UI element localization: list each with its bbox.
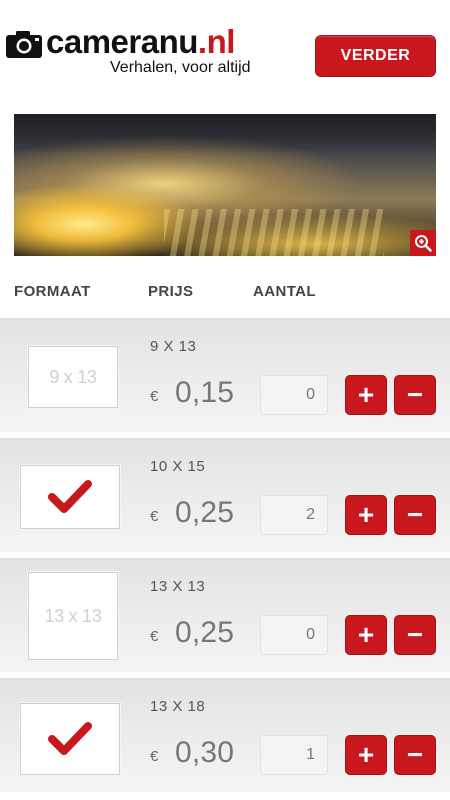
photo-cloud-layer xyxy=(14,114,436,154)
price-value: 0,30 xyxy=(175,736,235,769)
minus-icon: − xyxy=(406,379,424,410)
plus-icon: + xyxy=(357,379,375,410)
column-header-format: FORMAAT xyxy=(14,283,91,300)
size-label: 9 X 13 xyxy=(150,338,197,355)
increment-button[interactable]: + xyxy=(345,735,387,775)
size-label: 13 X 18 xyxy=(150,698,206,715)
column-header-quantity: AANTAL xyxy=(253,283,316,300)
decrement-button[interactable]: − xyxy=(394,615,436,655)
photo-preview[interactable] xyxy=(14,114,436,256)
column-header-price: PRIJS xyxy=(148,283,194,300)
decrement-button[interactable]: − xyxy=(394,735,436,775)
size-label: 10 X 15 xyxy=(150,458,206,475)
cameranu-logo[interactable]: cameranu.nl Verhalen, voor altijd xyxy=(6,22,256,82)
logo-wordmark: cameranu.nl xyxy=(46,22,235,62)
minus-icon: − xyxy=(406,619,424,650)
decrement-button[interactable]: − xyxy=(394,495,436,535)
product-row-9x13: 9 x 13 9 X 13 € 0,15 0 + − xyxy=(0,318,450,435)
logo-suffix: .nl xyxy=(197,23,236,60)
quantity-field[interactable]: 0 xyxy=(260,375,328,415)
currency-symbol: € xyxy=(150,508,159,525)
column-headers: FORMAAT PRIJS AANTAL xyxy=(0,283,450,307)
plus-icon: + xyxy=(357,499,375,530)
decrement-button[interactable]: − xyxy=(394,375,436,415)
format-thumbnail[interactable] xyxy=(20,703,120,775)
minus-icon: − xyxy=(406,739,424,770)
zoom-in-button[interactable] xyxy=(410,230,436,256)
minus-icon: − xyxy=(406,499,424,530)
quantity-field[interactable]: 0 xyxy=(260,615,328,655)
increment-button[interactable]: + xyxy=(345,375,387,415)
checkmark-icon xyxy=(48,480,92,513)
price-value: 0,25 xyxy=(175,616,235,649)
currency-symbol: € xyxy=(150,748,159,765)
increment-button[interactable]: + xyxy=(345,615,387,655)
format-thumbnail[interactable] xyxy=(20,465,120,529)
logo-tagline: Verhalen, voor altijd xyxy=(110,59,251,76)
format-thumbnail[interactable]: 9 x 13 xyxy=(28,346,118,408)
quantity-field[interactable]: 2 xyxy=(260,495,328,535)
product-row-10x15: 10 X 15 € 0,25 2 + − xyxy=(0,438,450,555)
thumbnail-label: 9 x 13 xyxy=(49,366,97,387)
plus-icon: + xyxy=(357,739,375,770)
size-label: 13 X 13 xyxy=(150,578,206,595)
product-row-13x18: 13 X 18 € 0,30 1 + − xyxy=(0,678,450,795)
currency-symbol: € xyxy=(150,628,159,645)
currency-symbol: € xyxy=(150,388,159,405)
logo-main: cameranu xyxy=(46,23,198,60)
thumbnail-label: 13 x 13 xyxy=(44,605,102,626)
header: cameranu.nl Verhalen, voor altijd VERDER xyxy=(0,0,450,100)
price-value: 0,15 xyxy=(175,376,235,409)
format-thumbnail[interactable]: 13 x 13 xyxy=(28,572,118,660)
checkmark-icon xyxy=(48,722,92,755)
photo-sun-rays xyxy=(164,209,384,256)
continue-button[interactable]: VERDER xyxy=(315,35,436,77)
camera-icon xyxy=(6,31,42,58)
zoom-in-icon xyxy=(415,235,432,252)
increment-button[interactable]: + xyxy=(345,495,387,535)
price-value: 0,25 xyxy=(175,496,235,529)
product-row-13x13: 13 x 13 13 X 13 € 0,25 0 + − xyxy=(0,558,450,675)
quantity-field[interactable]: 1 xyxy=(260,735,328,775)
plus-icon: + xyxy=(357,619,375,650)
